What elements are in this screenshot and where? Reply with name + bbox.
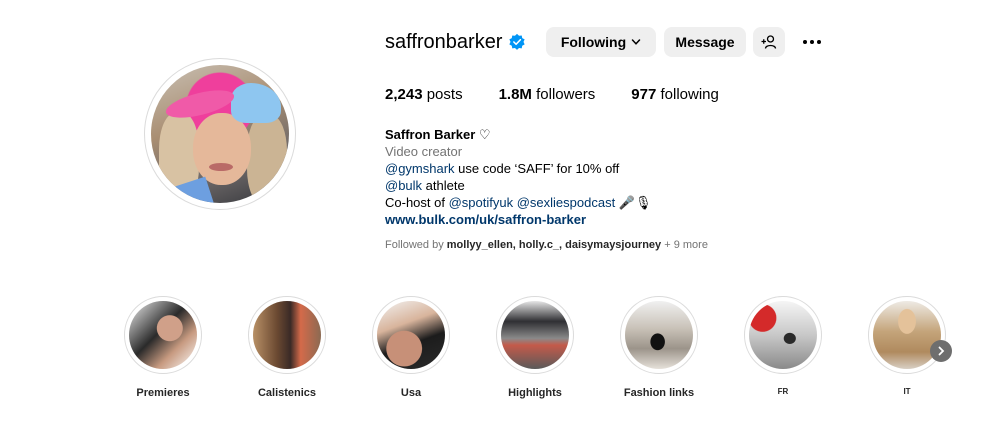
- followers-label: followers: [536, 86, 596, 103]
- highlight-cover: [625, 301, 693, 369]
- followed-by-more: + 9 more: [661, 239, 708, 251]
- add-user-button[interactable]: [753, 27, 785, 57]
- following-count: 977: [631, 86, 657, 103]
- posts-stat: 2,243 posts: [385, 86, 463, 103]
- verified-badge-icon: [509, 33, 526, 50]
- highlight-cover: [749, 301, 817, 369]
- bio-line-2: @bulk athlete: [385, 177, 652, 194]
- following-label: following: [660, 86, 719, 103]
- followed-by-prefix: Followed by: [385, 239, 447, 251]
- chevron-right-icon: [938, 346, 945, 356]
- profile-stats: 2,243 posts 1.8M followers 977 following: [385, 86, 755, 103]
- highlight-highlights[interactable]: Highlights: [495, 296, 575, 399]
- bio-text: Co-host of: [385, 195, 449, 210]
- highlight-label: IT: [903, 387, 911, 396]
- add-user-icon: [761, 35, 777, 49]
- highlight-ring: [248, 296, 326, 374]
- highlight-cover: [873, 301, 941, 369]
- bio-text: athlete: [422, 178, 465, 193]
- avatar-hair-right: [247, 115, 287, 203]
- following-button-label: Following: [560, 34, 627, 50]
- highlight-ring: [372, 296, 450, 374]
- highlight-usa[interactable]: Usa: [371, 296, 451, 399]
- mention-bulk[interactable]: @bulk: [385, 178, 422, 193]
- highlight-cover: [129, 301, 197, 369]
- highlight-calistenics[interactable]: Calistenics: [247, 296, 327, 399]
- highlight-label: Calistenics: [257, 387, 317, 399]
- avatar-cap-side: [231, 83, 281, 123]
- avatar-lips: [209, 163, 233, 171]
- mention-gymshark[interactable]: @gymshark: [385, 161, 455, 176]
- username: saffronbarker: [385, 30, 503, 53]
- bio-emoji: 🎤🎙: [615, 195, 652, 210]
- followed-by-names: mollyy_ellen, holly.c_, daisymaysjourney: [446, 239, 662, 251]
- bio-text: use code ‘SAFF’ for 10% off: [454, 161, 620, 176]
- following-stat[interactable]: 977 following: [631, 86, 719, 103]
- highlights-next-button[interactable]: [930, 340, 952, 362]
- profile-avatar[interactable]: [151, 65, 289, 203]
- message-button[interactable]: Message: [664, 27, 746, 57]
- highlight-cover: [501, 301, 569, 369]
- profile-bio: Saffron Barker ♡ Video creator @gymshark…: [385, 126, 652, 228]
- highlight-ring: [124, 296, 202, 374]
- highlight-ring: [620, 296, 698, 374]
- following-button[interactable]: Following: [546, 27, 656, 57]
- highlight-label: Usa: [400, 387, 422, 399]
- category: Video creator: [385, 144, 463, 159]
- bio-link[interactable]: www.bulk.com/uk/saffron-barker: [385, 211, 652, 228]
- highlight-fashion-links[interactable]: Fashion links: [619, 296, 699, 399]
- bio-line-1: @gymshark use code ‘SAFF’ for 10% off: [385, 160, 652, 177]
- highlight-ring: [868, 296, 946, 374]
- mention-sexliespodcast[interactable]: @sexliespodcast: [517, 195, 615, 210]
- highlight-label: Premieres: [136, 387, 190, 399]
- highlight-label: FR: [777, 387, 789, 396]
- profile-avatar-ring[interactable]: [144, 58, 296, 210]
- profile-header: saffronbarker: [385, 27, 526, 57]
- more-options-icon[interactable]: [798, 33, 826, 51]
- followers-stat[interactable]: 1.8M followers: [499, 86, 596, 103]
- posts-count: 2,243: [385, 86, 423, 103]
- highlight-label: Fashion links: [623, 387, 695, 399]
- highlight-fr[interactable]: FR: [743, 296, 823, 396]
- avatar-face: [193, 113, 251, 185]
- highlight-premieres[interactable]: Premieres: [123, 296, 203, 399]
- followed-by[interactable]: Followed by mollyy_ellen, holly.c_, dais…: [385, 239, 708, 251]
- mention-spotifyuk[interactable]: @spotifyuk: [449, 195, 514, 210]
- highlight-label: Highlights: [508, 387, 562, 399]
- highlight-ring: [744, 296, 822, 374]
- message-button-label: Message: [675, 34, 735, 50]
- highlight-ring: [496, 296, 574, 374]
- chevron-down-icon: [631, 39, 641, 45]
- bio-line-3: Co-host of @spotifyuk @sexliespodcast 🎤🎙: [385, 194, 652, 211]
- display-name: Saffron Barker ♡: [385, 127, 491, 142]
- followers-count: 1.8M: [498, 86, 532, 103]
- highlight-cover: [253, 301, 321, 369]
- highlight-cover: [377, 301, 445, 369]
- posts-label: posts: [426, 86, 463, 103]
